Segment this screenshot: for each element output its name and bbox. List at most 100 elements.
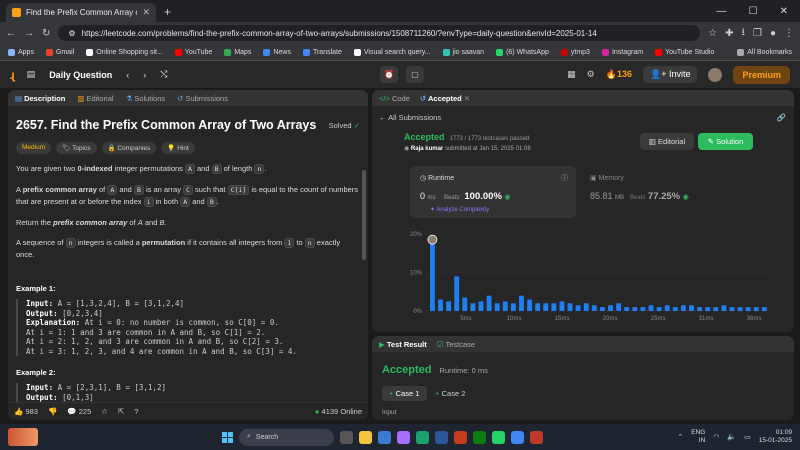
file-explorer-icon[interactable] (359, 430, 372, 444)
chrome-icon[interactable] (511, 430, 524, 444)
back-icon[interactable]: ← (6, 28, 16, 39)
hint-tag[interactable]: 💡 Hint (161, 142, 195, 154)
leetcode-logo-icon[interactable]: ɻ (10, 68, 15, 82)
system-clock[interactable]: 01:09 15-01-2025 (759, 429, 792, 445)
editorial-button[interactable]: ▥ Editorial (640, 133, 694, 150)
case-1-tab[interactable]: • Case 1 (382, 386, 428, 401)
streak-counter[interactable]: 🔥136 (606, 69, 632, 80)
tab-description[interactable]: ▤ Description (15, 94, 65, 103)
notes-icon[interactable]: ▢ (406, 66, 424, 83)
url-field[interactable]: ⚙ https://leetcode.com/problems/find-the… (58, 25, 701, 41)
new-tab-icon[interactable]: + (164, 5, 171, 19)
tab-solutions[interactable]: ⚗ Solutions (126, 94, 166, 103)
shuffle-icon[interactable]: ⤭ (160, 69, 167, 80)
browser-tab[interactable]: Find the Prefix Common Array of... ✕ (6, 3, 156, 22)
bookmark-visual-search[interactable]: Visual search query... (353, 48, 431, 56)
description-scrollbar[interactable] (362, 170, 366, 260)
bookmark-shopping[interactable]: Online Shopping sit... (86, 48, 163, 56)
input-label: Input (382, 409, 397, 416)
layout-icon[interactable]: ▦ (567, 69, 576, 80)
user-avatar[interactable] (708, 67, 723, 82)
whatsapp-taskbar-icon[interactable] (492, 430, 505, 444)
volume-icon[interactable]: 🔈 (727, 433, 736, 441)
copilot-icon[interactable] (397, 430, 410, 444)
bookmark-youtube[interactable]: YouTube (174, 48, 212, 56)
maximize-icon[interactable]: ☐ (749, 6, 758, 17)
profile-icon[interactable]: ● (770, 28, 776, 39)
all-submissions-link[interactable]: ← All Submissions 🔗 (379, 113, 794, 122)
bookmark-star-icon[interactable]: ☆ (708, 28, 717, 39)
premium-button[interactable]: Premium (733, 65, 790, 84)
problem-tags: Medium 🏷 Topics 🔒 Companies 💡 Hint (16, 142, 360, 154)
bookmark-instagram[interactable]: Instagram (601, 48, 643, 56)
clock-icon: ◷ (420, 175, 427, 182)
topics-tag[interactable]: 🏷 Topics (56, 142, 97, 154)
case-2-tab[interactable]: • Case 2 (436, 386, 465, 401)
tab-submissions[interactable]: ↺ Submissions (177, 94, 228, 103)
close-window-icon[interactable]: ✕ (780, 6, 788, 17)
info-icon[interactable]: ⓘ (561, 173, 568, 183)
comments-button[interactable]: 💬 225 (67, 407, 91, 416)
reload-icon[interactable]: ↻ (42, 28, 50, 39)
all-bookmarks[interactable]: All Bookmarks (737, 48, 792, 56)
runtime-distribution-chart[interactable]: 20% 10% 0% 5ms 10ms 15ms 20ms 25ms 31ms 36ms (402, 226, 782, 326)
task-view-icon[interactable] (340, 430, 353, 444)
windows-start-icon[interactable] (222, 431, 233, 443)
close-tab-accepted-icon[interactable]: ✕ (464, 94, 470, 103)
memory-card[interactable]: ▣ Memory 85.81 MB Beats 77.25% ◉ (590, 166, 770, 218)
daily-question-link[interactable]: Daily Question (49, 70, 112, 80)
tab-code[interactable]: </> Code (379, 94, 410, 103)
xbox-icon[interactable] (473, 430, 486, 444)
bookmark-apps[interactable]: Apps (8, 48, 34, 56)
forward-icon[interactable]: → (24, 28, 34, 39)
like-button[interactable]: 👍 983 (14, 407, 38, 416)
timer-icon[interactable]: ⏰ (380, 66, 398, 83)
difficulty-tag[interactable]: Medium (16, 142, 52, 154)
runtime-card[interactable]: ◷ Runtime ⓘ 0 ms Beats 100.00% ◉ ✦ Analyz… (410, 166, 576, 218)
bookmark-maps[interactable]: Maps (224, 48, 251, 56)
close-tab-icon[interactable]: ✕ (142, 7, 150, 18)
extensions-icon[interactable]: ✚ (725, 28, 733, 39)
tab-accepted[interactable]: ↺ Accepted ✕ (420, 94, 470, 103)
shopping-icon (86, 48, 94, 56)
link-icon[interactable]: 🔗 (777, 113, 786, 122)
companies-tag[interactable]: 🔒 Companies (101, 142, 157, 154)
language-indicator[interactable]: ENG IN (691, 429, 705, 445)
weather-widget-icon[interactable] (8, 428, 38, 446)
prev-problem-icon[interactable]: ‹ (126, 70, 129, 80)
invite-button[interactable]: 👤+ Invite (643, 66, 698, 83)
bookmark-youtube-studio[interactable]: YouTube Studio (655, 48, 714, 56)
edge-icon[interactable] (416, 430, 429, 444)
bookmark-whatsapp[interactable]: (6) WhatsApp (496, 48, 549, 56)
problem-list-icon[interactable]: ▤ (27, 69, 36, 80)
minimize-icon[interactable]: — (717, 6, 727, 17)
favorite-star-icon[interactable]: ☆ (101, 407, 108, 416)
bookmark-ytmp3[interactable]: ytmp3 (560, 48, 590, 56)
bookmark-gmail[interactable]: Gmail (45, 48, 74, 56)
solution-button[interactable]: ✎ Solution (698, 133, 753, 150)
word-icon[interactable] (435, 430, 448, 444)
bookmark-jiosaavn[interactable]: jio saavan (442, 48, 484, 56)
analyze-complexity-link[interactable]: ✦ Analyze Complexity (430, 206, 489, 213)
wifi-icon[interactable]: ◠ (713, 433, 719, 441)
downloads-icon[interactable]: ⭳ (741, 25, 745, 42)
menu-icon[interactable]: ⋮ (784, 28, 794, 39)
store-icon[interactable] (378, 430, 391, 444)
tray-chevron-icon[interactable]: ⌃ (677, 433, 683, 441)
tab-testcase[interactable]: ☑ Testcase (437, 340, 475, 349)
site-info-icon[interactable]: ⚙ (68, 29, 75, 38)
bookmark-translate[interactable]: Translate (302, 48, 342, 56)
powerpoint-icon[interactable] (454, 430, 467, 444)
bookmark-news[interactable]: News (263, 48, 291, 56)
battery-icon[interactable]: ▭ (744, 433, 751, 441)
settings-icon[interactable]: ⚙ (587, 69, 595, 80)
tab-test-result[interactable]: ▶ Test Result (379, 340, 427, 349)
split-icon[interactable]: ❐ (753, 28, 762, 39)
leetcode-taskbar-icon[interactable] (530, 430, 543, 444)
share-icon[interactable]: ⇱ (118, 407, 124, 416)
next-problem-icon[interactable]: › (143, 70, 146, 80)
dislike-icon[interactable]: 👎 (48, 407, 57, 416)
help-icon[interactable]: ? (134, 407, 138, 416)
taskbar-search[interactable]: ⌕ Search (239, 428, 334, 446)
tab-editorial[interactable]: ▥ Editorial (77, 94, 113, 103)
